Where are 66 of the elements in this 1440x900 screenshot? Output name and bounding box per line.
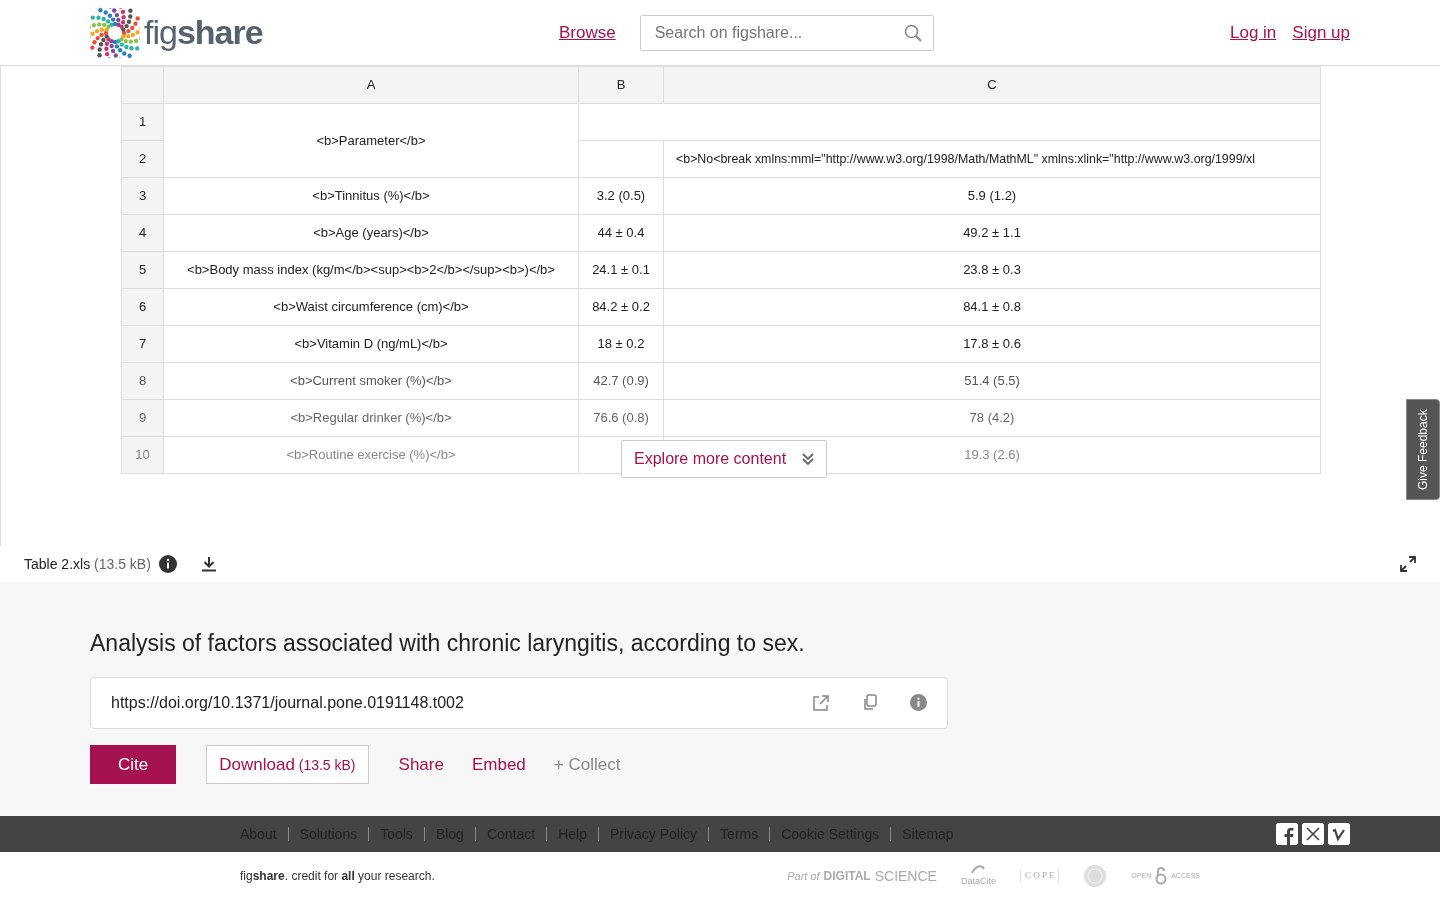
table-cell: 76.6 (0.8) xyxy=(578,399,664,437)
column-header: C xyxy=(663,66,1321,104)
download-icon[interactable] xyxy=(200,556,217,572)
table-cell: 84.2 ± 0.2 xyxy=(578,288,664,326)
table-cell: 5.9 (1.2) xyxy=(663,177,1321,215)
item-title: Analysis of factors associated with chronic laryngitis, according to sex. xyxy=(90,629,806,658)
datacite-logo[interactable]: DataCite xyxy=(960,863,996,889)
cite-button[interactable]: Cite xyxy=(90,744,177,784)
collect-link[interactable]: + Collect xyxy=(539,745,635,783)
table-cell: <b>Routine exercise (%)</b> xyxy=(163,436,579,474)
column-header: A xyxy=(163,66,579,104)
x-icon[interactable] xyxy=(1302,823,1324,845)
explore-button[interactable]: Explore more content xyxy=(621,440,828,478)
doi-link[interactable]: https://doi.org/10.1371/journal.pone.0191148.t002 xyxy=(111,690,464,715)
action-link[interactable]: Embed xyxy=(457,745,540,783)
file-name: Table 2.xls (13.5 kB) xyxy=(24,554,151,574)
table-cell: <b>Tinnitus (%)</b> xyxy=(163,177,579,215)
vimeo-icon[interactable] xyxy=(1328,823,1350,845)
table-cell: <b>Current smoker (%)</b> xyxy=(163,362,579,400)
logo-text: figshare xyxy=(144,12,263,53)
row-number: 5 xyxy=(121,251,164,289)
row-number: 3 xyxy=(121,177,164,215)
table-cell: <b>Regular drinker (%)</b> xyxy=(163,399,579,437)
login-link[interactable]: Log in xyxy=(1230,19,1277,46)
signup-link[interactable]: Sign up xyxy=(1292,19,1350,46)
logo-icon xyxy=(90,7,140,58)
row-number: 7 xyxy=(121,325,164,363)
external-link-icon[interactable] xyxy=(812,693,830,712)
feedback-tab[interactable]: Give Feedback xyxy=(1406,399,1440,500)
browse-link[interactable]: Browse xyxy=(559,19,616,46)
row-number: 1 xyxy=(121,103,164,141)
row-number: 8 xyxy=(121,362,164,400)
table-cell: <b>Vitamin D (ng/mL)</b> xyxy=(163,325,579,363)
table-cell: <b>Body mass index (kg/m</b><sup><b>2</b></sup><b>)</b> xyxy=(163,251,579,289)
search-icon[interactable] xyxy=(903,23,922,42)
chevrons-down-icon xyxy=(802,452,815,466)
tagline: figshare. credit for all your research. xyxy=(240,868,435,885)
table-cell: 78 (4.2) xyxy=(663,399,1321,437)
column-header: B xyxy=(578,66,664,104)
table-cell: <b>Waist circumference (cm)</b> xyxy=(163,288,579,326)
facebook-icon[interactable] xyxy=(1276,823,1298,845)
table-cell: <b>No<break xmlns:mml="http://www.w3.org/1998/Math/MathML" xmlns:xlink="http://www.w3.org/1999/xl xyxy=(663,140,1321,178)
copy-icon[interactable] xyxy=(862,693,878,712)
table-cell: 17.8 ± 0.6 xyxy=(663,325,1321,363)
digital-science-logo[interactable]: Part of DIGITAL SCIENCE xyxy=(787,865,937,887)
info-icon[interactable] xyxy=(158,555,177,573)
table-cell: 18 ± 0.2 xyxy=(578,325,664,363)
table-cell: 23.8 ± 0.3 xyxy=(663,251,1321,289)
table-cell: 51.4 (5.5) xyxy=(663,362,1321,400)
table-cell: 84.1 ± 0.8 xyxy=(663,288,1321,326)
fullscreen-icon[interactable] xyxy=(1400,556,1416,572)
table-cell: 24.1 ± 0.1 xyxy=(578,251,664,289)
table-cell: 3.2 (0.5) xyxy=(578,177,664,215)
row-number: 10 xyxy=(121,436,164,474)
download-button[interactable]: Download (13.5 kB) xyxy=(206,744,369,784)
table-cell: 49.2 ± 1.1 xyxy=(663,214,1321,252)
row-number: 6 xyxy=(121,288,164,326)
action-link[interactable]: Share xyxy=(384,745,458,783)
table-cell: 42.7 (0.9) xyxy=(578,362,664,400)
table-cell: <b>Age (years)</b> xyxy=(163,214,579,252)
row-number: 2 xyxy=(121,140,164,178)
row-number: 9 xyxy=(121,399,164,437)
search-field[interactable]: Search on figshare... xyxy=(639,14,934,51)
table-cell: <b>Parameter</b> xyxy=(163,103,579,178)
table-cell: 44 ± 0.4 xyxy=(578,214,664,252)
row-number: 4 xyxy=(121,214,164,252)
